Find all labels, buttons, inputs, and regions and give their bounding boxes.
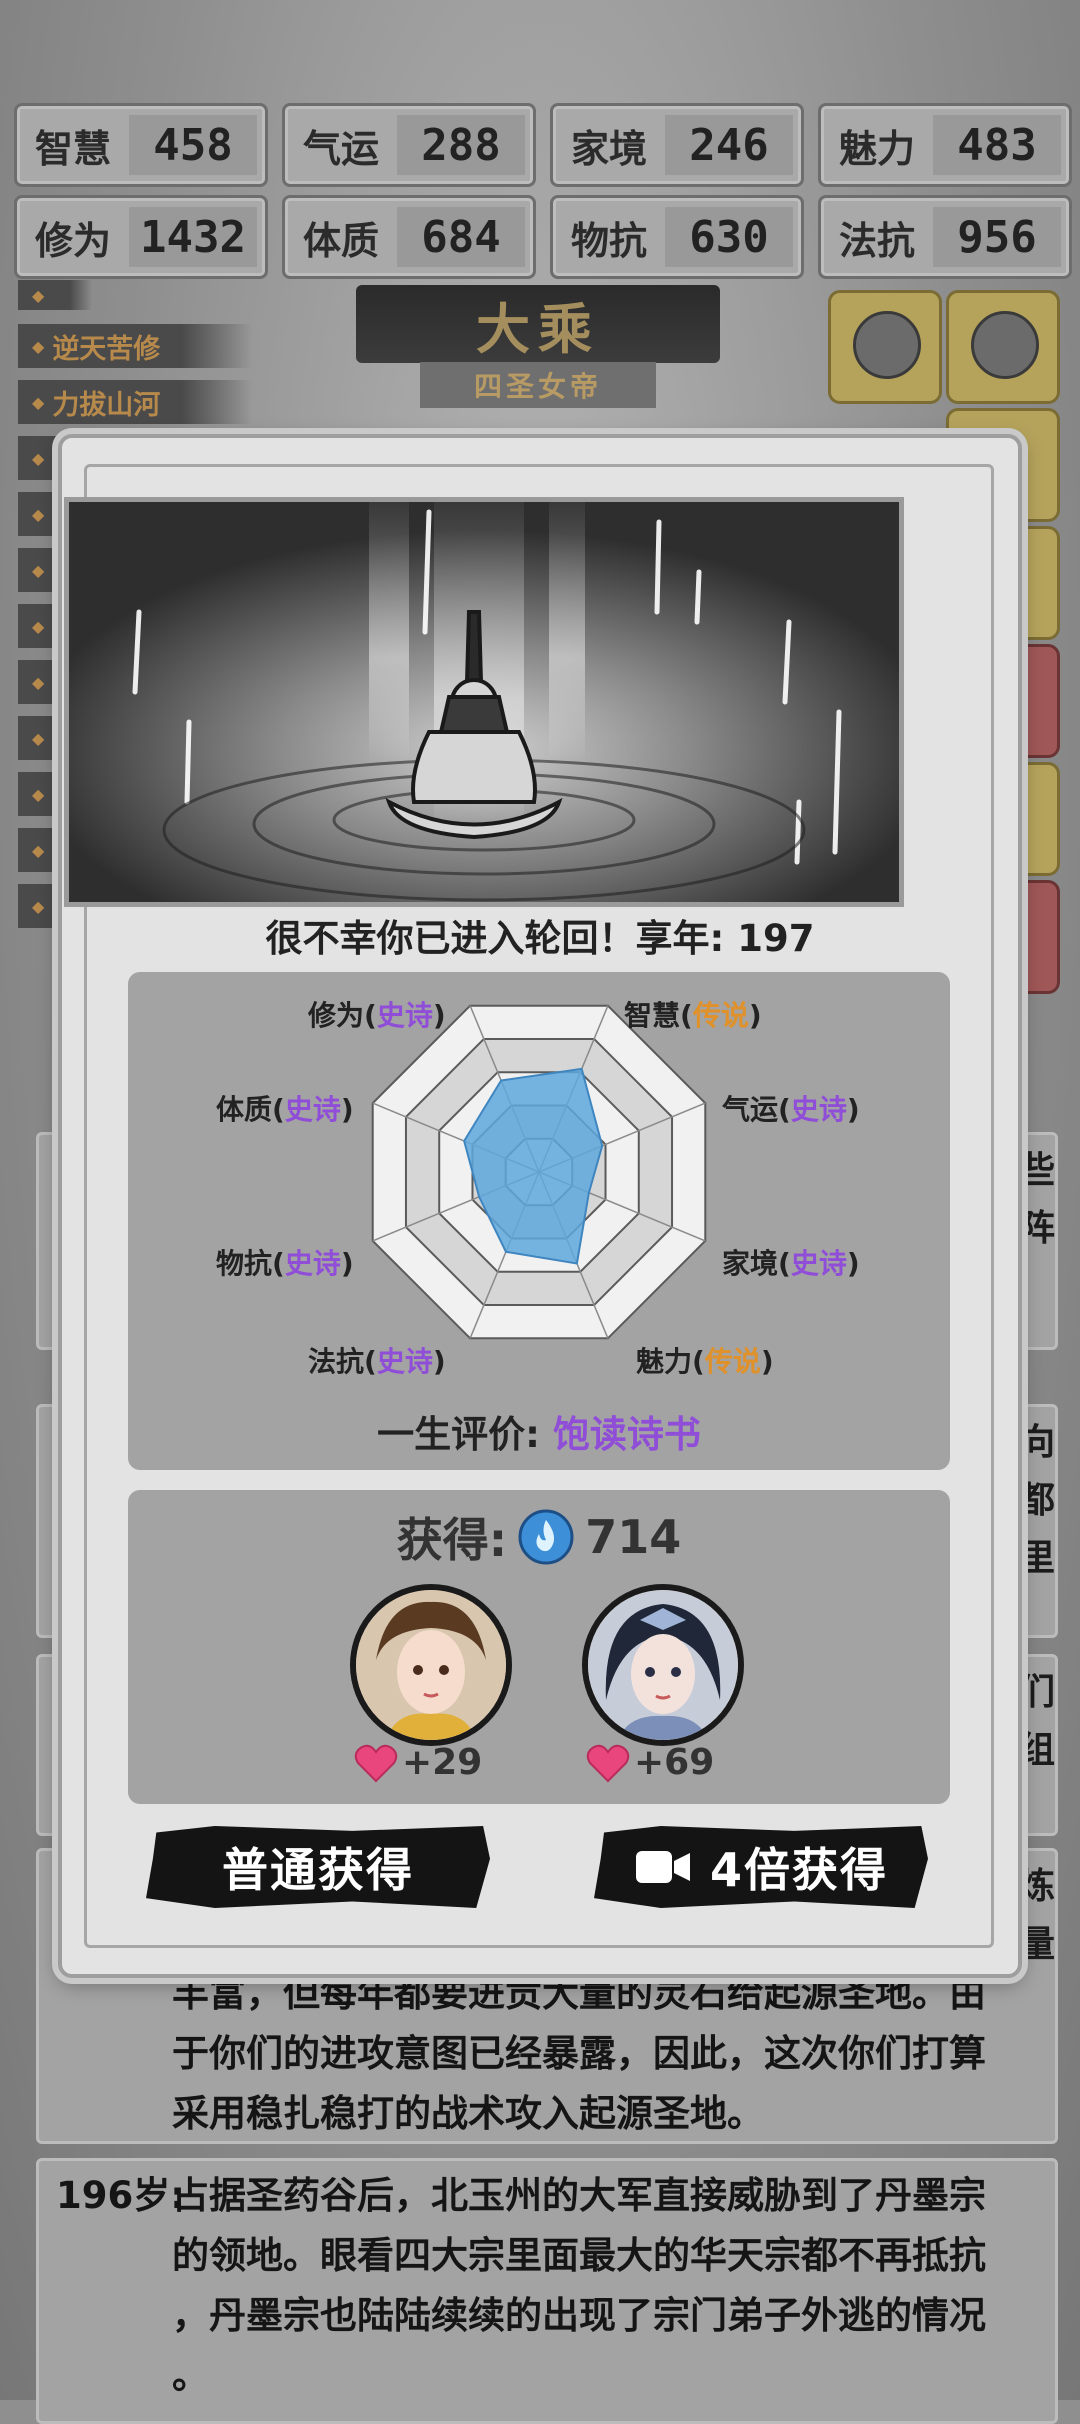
stat-box: 法抗 956	[818, 195, 1072, 279]
log-line: 于你们的进攻意图已经暴露，因此，这次你们打算	[172, 2032, 986, 2075]
stat-box: 体质 684	[282, 195, 536, 279]
radar-label-luck: 气运(史诗)	[722, 1093, 860, 1126]
stat-name: 体质	[302, 218, 379, 263]
radar-label-physical-resist: 物抗(史诗)	[216, 1247, 354, 1280]
radar-label-family: 家境(史诗)	[722, 1247, 860, 1280]
stat-name: 修为	[34, 218, 111, 263]
log-line: 占据圣药谷后，北玉州的大军直接威胁到了丹墨宗	[172, 2174, 986, 2217]
affinity-value: +69	[634, 1742, 715, 1783]
axe-icon	[971, 311, 1039, 379]
log-line: 。	[172, 2354, 209, 2397]
stat-box: 家境 246	[550, 103, 804, 187]
radar-label-magic-resist: 法抗(史诗)	[308, 1345, 446, 1378]
radar-label-charm: 魅力(传说)	[636, 1345, 774, 1378]
log-line: ，丹墨宗也陆陆续续的出现了宗门弟子外逃的情况	[172, 2294, 986, 2337]
stat-name: 智慧	[34, 126, 111, 171]
normal-claim-button[interactable]: 普通获得	[146, 1826, 490, 1908]
stat-value: 288	[397, 115, 525, 175]
stat-value: 483	[933, 115, 1061, 175]
life-evaluation: 一生评价: 饱读诗书	[128, 1404, 950, 1458]
realm-title: 大乘	[356, 285, 720, 363]
log-line: 的领地。眼看四大宗里面最大的华天宗都不再抵抗	[172, 2234, 986, 2277]
radar-chart	[371, 1004, 707, 1340]
stat-value: 246	[665, 115, 793, 175]
stat-name: 气运	[302, 126, 379, 171]
radar-label-cultivation: 修为(史诗)	[308, 999, 446, 1032]
reward-panel: 获得: 714 +29 +69	[128, 1490, 950, 1804]
video-camera-icon	[635, 1851, 690, 1883]
trait-item[interactable]: 逆天苦修	[18, 324, 252, 368]
heart-icon	[586, 1744, 630, 1782]
stat-box: 魅力 483	[818, 103, 1072, 187]
video-4x-claim-button[interactable]: 4倍获得	[594, 1826, 928, 1908]
gain-value: 714	[585, 1510, 682, 1564]
stat-value: 458	[129, 115, 257, 175]
stat-box: 智慧 458	[14, 103, 268, 187]
realm-subtitle: 四圣女帝	[420, 362, 656, 408]
trait-partial[interactable]	[18, 280, 92, 310]
companion-portrait[interactable]	[350, 1584, 512, 1746]
equipment-slot[interactable]	[828, 290, 942, 404]
meditation-scene-image	[64, 497, 904, 907]
stat-name: 家境	[570, 126, 647, 171]
affinity-gain: +29	[354, 1742, 482, 1783]
evaluation-label: 一生评价:	[377, 1413, 540, 1456]
evaluation-value: 饱读诗书	[552, 1413, 701, 1456]
affinity-gain: +69	[586, 1742, 714, 1783]
heart-icon	[354, 1744, 398, 1782]
stat-box: 气运 288	[282, 103, 536, 187]
affinity-value: +29	[402, 1742, 483, 1783]
attribute-radar-panel: 修为(史诗) 智慧(传说) 体质(史诗) 气运(史诗) 物抗(史诗) 家境(史诗…	[128, 972, 950, 1470]
log-entry-text: 丰富，但每年都要进贡大量的灵石给起源圣地。由 于你们的进攻意图已经暴露，因此，这…	[172, 1964, 986, 2144]
video-claim-label: 4倍获得	[709, 1843, 888, 1897]
radar-label-physique: 体质(史诗)	[216, 1093, 354, 1126]
stat-value: 630	[665, 207, 793, 267]
stat-value: 1432	[129, 207, 257, 267]
companion-portrait[interactable]	[582, 1584, 744, 1746]
stat-value: 684	[397, 207, 525, 267]
equipment-slot[interactable]	[946, 290, 1060, 404]
log-entry-age: 196岁:	[56, 2174, 186, 2217]
gain-line: 获得: 714	[128, 1504, 950, 1570]
stat-box: 修为 1432	[14, 195, 268, 279]
log-entry-text: 占据圣药谷后，北玉州的大军直接威胁到了丹墨宗 的领地。眼看四大宗里面最大的华天宗…	[172, 2166, 986, 2406]
stat-name: 法抗	[838, 218, 915, 263]
stat-value: 956	[933, 207, 1061, 267]
gain-label: 获得:	[396, 1513, 508, 1567]
stat-name: 魅力	[838, 126, 915, 171]
death-message: 很不幸你已进入轮回！享年: 197	[265, 917, 815, 960]
radar-label-wisdom: 智慧(传说)	[624, 999, 762, 1032]
log-line: 采用稳扎稳打的战术攻入起源圣地。	[172, 2092, 764, 2135]
spirit-flame-icon	[518, 1509, 574, 1565]
normal-claim-label: 普通获得	[222, 1843, 414, 1897]
orb-icon	[853, 311, 921, 379]
stat-box: 物抗 630	[550, 195, 804, 279]
trait-item[interactable]: 力拔山河	[18, 380, 252, 424]
stat-name: 物抗	[570, 218, 647, 263]
